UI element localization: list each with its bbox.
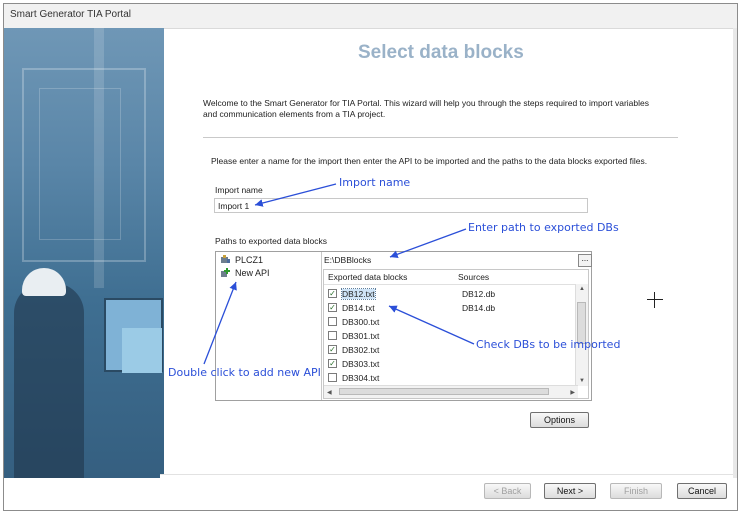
finish-button[interactable]: Finish: [610, 483, 662, 499]
divider: [203, 137, 678, 138]
row-filename: DB301.txt: [342, 331, 380, 341]
path-input[interactable]: E:\DBBlocks: [324, 255, 579, 267]
wizard-side-image: [4, 28, 164, 478]
plc-icon: [220, 255, 231, 265]
row-filename: DB300.txt: [342, 317, 380, 327]
table-row[interactable]: ✓ DB303.txt: [328, 358, 573, 371]
import-name-input[interactable]: Import 1: [214, 198, 588, 213]
annotation-import-name: Import name: [339, 176, 411, 189]
add-api-icon: [220, 268, 231, 278]
row-checkbox[interactable]: ✓: [328, 303, 337, 312]
row-filename: DB14.txt: [342, 303, 375, 313]
row-filename: DB12.txt: [341, 288, 376, 300]
welcome-text: Welcome to the Smart Generator for TIA P…: [203, 98, 649, 119]
scroll-down-icon[interactable]: ▼: [579, 378, 585, 384]
cursor-crosshair-icon: [647, 292, 663, 308]
instruction-text: Please enter a name for the import then …: [211, 156, 648, 166]
back-button[interactable]: < Back: [484, 483, 531, 499]
page-heading: Select data blocks: [358, 42, 524, 63]
options-button[interactable]: Options: [530, 412, 589, 428]
tree-item-label: New API: [235, 268, 270, 278]
data-blocks-list: Exported data blocks Sources ✓ DB12.txt …: [323, 269, 589, 399]
table-row[interactable]: ✓ DB14.txt DB14.db: [328, 302, 573, 315]
column-header-sources[interactable]: Sources: [458, 272, 489, 282]
next-button[interactable]: Next >: [544, 483, 596, 499]
annotation-double-click: Double click to add new API: [168, 366, 321, 379]
scroll-up-icon[interactable]: ▲: [579, 286, 585, 292]
tree-item-plcz1[interactable]: PLCZ1: [220, 255, 263, 265]
import-name-label: Import name: [215, 185, 263, 195]
scroll-right-icon[interactable]: ▶: [570, 389, 575, 396]
row-checkbox[interactable]: [328, 331, 337, 340]
row-source: DB12.db: [462, 289, 496, 299]
tree-item-label: PLCZ1: [235, 255, 264, 265]
row-filename: DB304.txt: [342, 373, 380, 383]
row-checkbox[interactable]: [328, 317, 337, 326]
column-header-exported[interactable]: Exported data blocks: [328, 272, 407, 282]
annotation-check-dbs: Check DBs to be imported: [476, 338, 621, 351]
row-filename: DB303.txt: [342, 359, 380, 369]
scroll-left-icon[interactable]: ◀: [327, 389, 332, 396]
row-checkbox[interactable]: [328, 373, 337, 382]
right-edge: [733, 28, 737, 478]
list-header: Exported data blocks Sources: [324, 270, 578, 285]
row-filename: DB302.txt: [342, 345, 380, 355]
row-checkbox[interactable]: ✓: [328, 359, 337, 368]
row-checkbox[interactable]: ✓: [328, 345, 337, 354]
row-source: DB14.db: [462, 303, 496, 313]
row-checkbox[interactable]: ✓: [328, 289, 337, 298]
table-row[interactable]: DB304.txt: [328, 372, 573, 385]
window-title: Smart Generator TIA Portal: [10, 9, 131, 20]
title-bar: Smart Generator TIA Portal: [4, 4, 737, 29]
table-row[interactable]: ✓ DB12.txt DB12.db: [328, 288, 573, 301]
paths-label: Paths to exported data blocks: [215, 236, 327, 246]
cancel-button[interactable]: Cancel: [677, 483, 727, 499]
horizontal-scroll-thumb[interactable]: [339, 388, 549, 395]
browse-button[interactable]: ...: [578, 254, 592, 267]
vertical-scrollbar[interactable]: ▲ ▼: [575, 284, 588, 386]
table-row[interactable]: DB300.txt: [328, 316, 573, 329]
annotation-enter-path: Enter path to exported DBs: [468, 221, 619, 234]
horizontal-scrollbar[interactable]: ◀ ▶: [324, 385, 578, 398]
tree-item-new-api[interactable]: New API: [220, 268, 270, 278]
